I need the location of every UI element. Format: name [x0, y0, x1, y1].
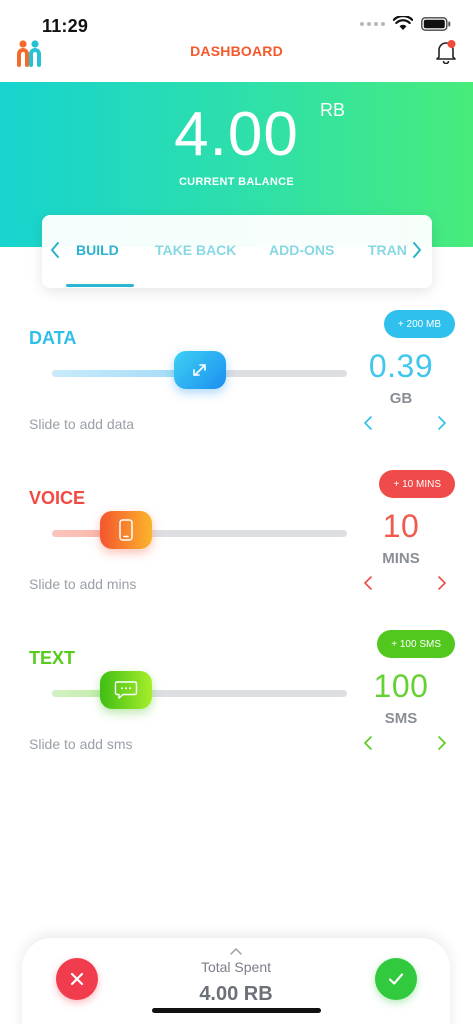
voice-slider-track[interactable]: [52, 530, 347, 537]
text-unit: SMS: [384, 710, 418, 727]
chevron-left-icon[interactable]: [48, 239, 62, 261]
data-hint: Slide to add data: [29, 416, 135, 432]
voice-title: VOICE: [29, 488, 86, 508]
tab-take-back[interactable]: TAKE BACK: [155, 242, 236, 258]
home-indicator: [152, 1008, 321, 1013]
voice-add-badge[interactable]: + 10 MINS: [379, 470, 455, 498]
phone-icon: [119, 519, 133, 541]
confirm-button[interactable]: [375, 958, 417, 1000]
chevron-right-icon[interactable]: [410, 239, 424, 261]
tab-transfer[interactable]: TRAN: [368, 242, 410, 258]
tab-build[interactable]: BUILD: [76, 242, 119, 258]
data-decrease-icon[interactable]: [359, 413, 377, 433]
text-slider-track[interactable]: [52, 690, 347, 697]
data-unit: GB: [389, 390, 413, 407]
text-increase-icon[interactable]: [433, 733, 451, 753]
chevron-up-icon[interactable]: [228, 946, 244, 956]
tab-add-ons[interactable]: ADD-ONS: [269, 242, 334, 258]
balance-value: 4.00: [174, 100, 299, 169]
battery-icon: [421, 16, 451, 31]
balance-unit: RB: [320, 100, 346, 120]
voice-section: VOICE Slide to add mins + 10 MINS 10 MIN…: [0, 470, 473, 620]
signal-icon: [360, 21, 385, 26]
data-slider-knob[interactable]: [173, 351, 226, 389]
tabs-card: BUILD TAKE BACK ADD-ONS TRAN: [42, 215, 432, 288]
data-section: DATA Slide to add data + 200 MB 0.39 GB: [0, 310, 473, 460]
voice-slider-knob[interactable]: [99, 511, 152, 549]
page-title: DASHBOARD: [190, 43, 283, 59]
data-title: DATA: [29, 328, 77, 348]
text-amount: 100: [373, 668, 429, 704]
data-add-badge[interactable]: + 200 MB: [383, 310, 455, 338]
text-decrease-icon[interactable]: [359, 733, 377, 753]
balance-label: CURRENT BALANCE: [178, 176, 295, 188]
active-tab-indicator: [66, 284, 134, 287]
wifi-icon: [393, 16, 413, 30]
text-hint: Slide to add sms: [29, 736, 133, 752]
text-slider-knob[interactable]: [99, 671, 152, 709]
voice-increase-icon[interactable]: [433, 573, 451, 593]
voice-amount: 10: [382, 508, 420, 544]
voice-unit: MINS: [382, 550, 420, 567]
status-icons: [360, 16, 451, 31]
text-section: TEXT Slide to add sms + 100 SMS 100 SMS: [0, 630, 473, 780]
data-increase-icon[interactable]: [433, 413, 451, 433]
app-header: DASHBOARD: [0, 34, 473, 82]
text-add-badge[interactable]: + 100 SMS: [377, 630, 455, 658]
text-title: TEXT: [29, 648, 76, 668]
message-icon: [114, 681, 137, 699]
data-transfer-icon: [192, 364, 207, 377]
data-amount: 0.39: [368, 348, 434, 384]
voice-hint: Slide to add mins: [29, 576, 137, 592]
voice-decrease-icon[interactable]: [359, 573, 377, 593]
notification-bell-icon[interactable]: [435, 38, 457, 64]
checkmark-icon: [388, 973, 404, 985]
